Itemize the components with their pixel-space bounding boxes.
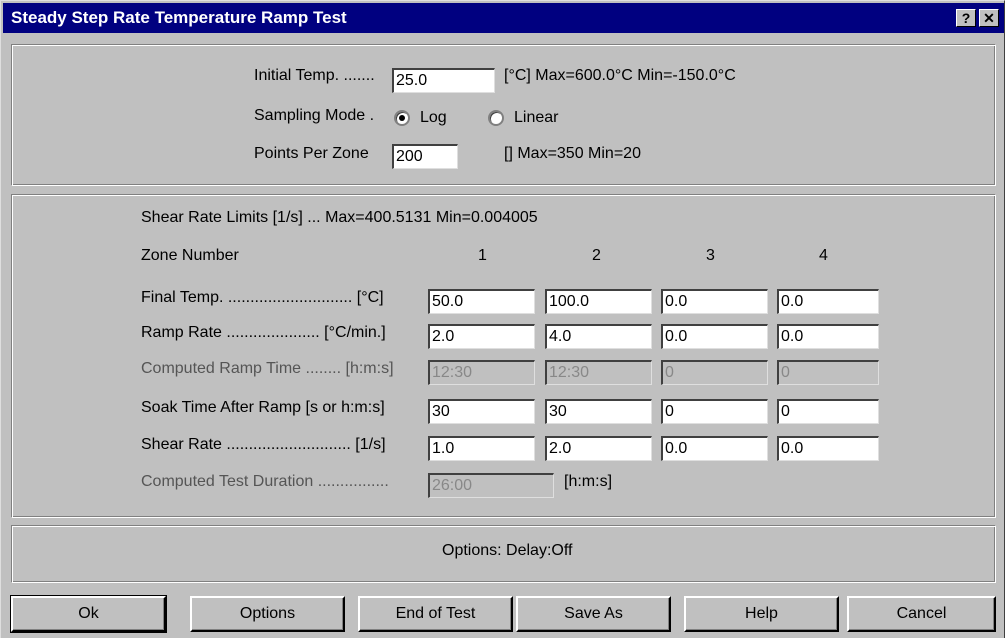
initial-temp-hint: [°C] Max=600.0°C Min=-150.0°C [504, 67, 736, 84]
zone-number-3: 3 [706, 247, 715, 264]
soak-time-label: Soak Time After Ramp [s or h:m:s] [141, 399, 385, 416]
sampling-log-radio[interactable] [394, 110, 410, 126]
shear-rate-zone-2[interactable]: 2.0 [545, 436, 652, 461]
window-title: Steady Step Rate Temperature Ramp Test [11, 8, 347, 27]
shear-rate-zone-1[interactable]: 1.0 [428, 436, 535, 461]
close-icon[interactable]: ✕ [979, 9, 999, 27]
test-duration-label: Computed Test Duration ................ [141, 473, 389, 490]
test-duration-unit: [h:m:s] [564, 473, 613, 490]
soak-time-zone-2[interactable]: 30 [545, 399, 652, 424]
shear-rate-limits: Shear Rate Limits [1/s] ... Max=400.5131… [141, 209, 538, 226]
points-per-zone-hint: [] Max=350 Min=20 [504, 145, 641, 162]
options-summary: Options: Delay:Off [442, 542, 573, 559]
shear-rate-zone-3[interactable]: 0.0 [661, 436, 768, 461]
points-per-zone-label: Points Per Zone [254, 145, 369, 162]
dialog-window: Steady Step Rate Temperature Ramp Test ?… [0, 0, 1005, 638]
help-button[interactable]: Help [684, 596, 839, 632]
ramp-rate-label: Ramp Rate ..................... [°C/min.… [141, 324, 386, 341]
computed-ramp-time-label: Computed Ramp Time ........ [h:m:s] [141, 360, 394, 377]
ramp-rate-zone-3[interactable]: 0.0 [661, 324, 768, 349]
end-of-test-button[interactable]: End of Test [358, 596, 513, 632]
sampling-linear-label[interactable]: Linear [514, 108, 558, 128]
computed-ramp-time-zone-3: 0 [661, 360, 768, 385]
initial-temp-label: Initial Temp. ....... [254, 67, 375, 84]
help-icon[interactable]: ? [956, 9, 976, 27]
ramp-rate-zone-1[interactable]: 2.0 [428, 324, 535, 349]
computed-ramp-time-zone-4: 0 [777, 360, 879, 385]
radio-selected-dot [399, 115, 405, 121]
cancel-button[interactable]: Cancel [847, 596, 996, 632]
final-temp-zone-1[interactable]: 50.0 [428, 289, 535, 314]
soak-time-zone-3[interactable]: 0 [661, 399, 768, 424]
ramp-rate-zone-4[interactable]: 0.0 [777, 324, 879, 349]
soak-time-zone-4[interactable]: 0 [777, 399, 879, 424]
computed-ramp-time-zone-1: 12:30 [428, 360, 535, 385]
zone-number-4: 4 [819, 247, 828, 264]
sampling-linear-radio[interactable] [488, 110, 504, 126]
zone-number-1: 1 [478, 247, 487, 264]
ok-button-label: Ok [78, 605, 99, 622]
initial-temp-input[interactable]: 25.0 [392, 68, 495, 93]
final-temp-zone-3[interactable]: 0.0 [661, 289, 768, 314]
points-per-zone-input[interactable]: 200 [392, 144, 458, 169]
sampling-log-label[interactable]: Log [420, 108, 447, 128]
soak-time-zone-1[interactable]: 30 [428, 399, 535, 424]
ramp-rate-zone-2[interactable]: 4.0 [545, 324, 652, 349]
shear-rate-label: Shear Rate ............................ … [141, 436, 386, 453]
final-temp-zone-4[interactable]: 0.0 [777, 289, 879, 314]
ok-button[interactable]: Ok [10, 595, 167, 633]
computed-ramp-time-zone-2: 12:30 [545, 360, 652, 385]
final-temp-zone-2[interactable]: 100.0 [545, 289, 652, 314]
options-button[interactable]: Options [190, 596, 345, 632]
final-temp-label: Final Temp. ............................… [141, 289, 384, 306]
test-duration-value: 26:00 [428, 473, 554, 498]
title-bar[interactable]: Steady Step Rate Temperature Ramp Test ?… [3, 3, 1004, 33]
zones-group [11, 194, 996, 518]
shear-rate-zone-4[interactable]: 0.0 [777, 436, 879, 461]
save-as-button[interactable]: Save As [516, 596, 671, 632]
zone-number-label: Zone Number [141, 247, 239, 264]
zone-number-2: 2 [592, 247, 601, 264]
sampling-mode-label: Sampling Mode . [254, 107, 375, 124]
